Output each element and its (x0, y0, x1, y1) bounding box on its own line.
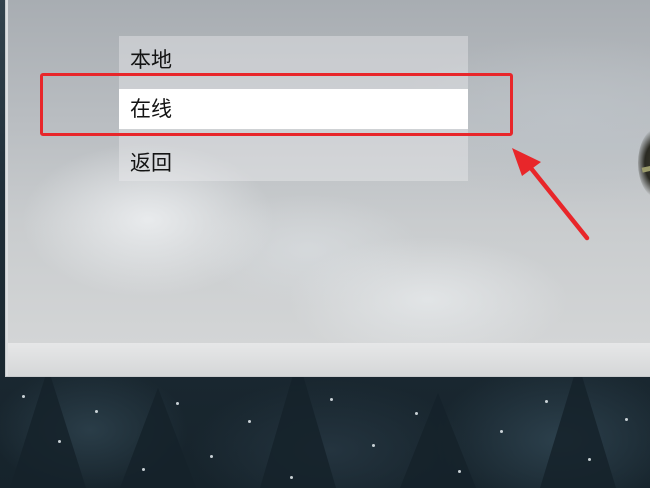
arrow-shaft (523, 159, 590, 241)
annotation-arrow (512, 148, 590, 241)
